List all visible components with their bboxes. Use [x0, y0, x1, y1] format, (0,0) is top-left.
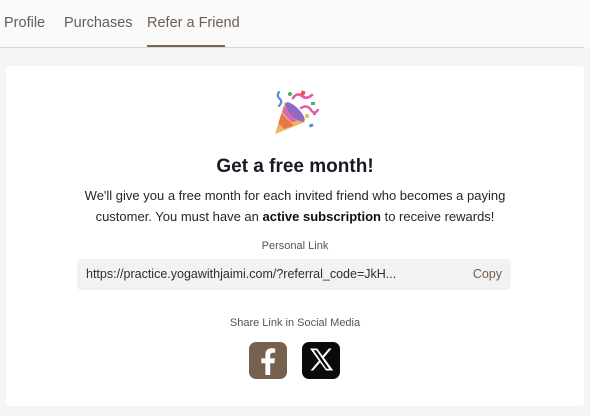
copy-button[interactable]: Copy	[473, 267, 502, 281]
facebook-icon	[261, 348, 276, 375]
tab-profile[interactable]: Profile	[4, 15, 45, 31]
party-popper-icon	[275, 90, 319, 134]
tab-divider	[0, 47, 584, 48]
tab-purchases[interactable]: Purchases	[64, 15, 133, 31]
tab-bar: Profile Purchases Refer a Friend	[0, 0, 590, 48]
x-share-button[interactable]	[302, 342, 340, 379]
referral-description: We'll give you a free month for each inv…	[66, 185, 524, 227]
personal-link-value[interactable]: https://practice.yogawithjaimi.com/?refe…	[86, 267, 396, 281]
referral-card: Get a free month! We'll give you a free …	[6, 66, 584, 406]
page-title: Get a free month!	[216, 156, 374, 177]
x-twitter-icon	[310, 348, 334, 371]
facebook-share-button[interactable]	[249, 342, 287, 379]
personal-link-label: Personal Link	[261, 240, 329, 252]
description-text-end: to receive rewards!	[380, 209, 495, 224]
tab-refer-a-friend[interactable]: Refer a Friend	[147, 15, 240, 31]
personal-link-field[interactable]: https://practice.yogawithjaimi.com/?refe…	[77, 259, 511, 290]
share-social-label: Share Link in Social Media	[229, 317, 361, 329]
description-bold: active subscription	[262, 209, 381, 224]
